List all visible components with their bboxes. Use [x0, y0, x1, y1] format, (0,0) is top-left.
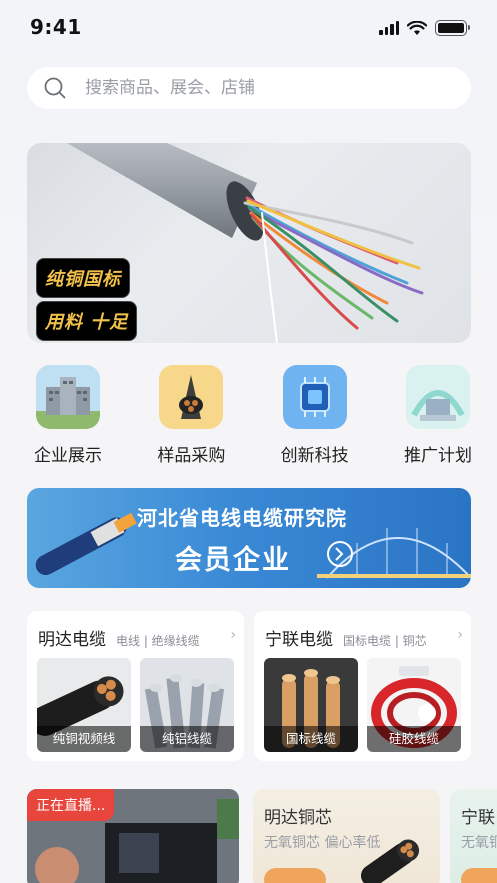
product-item[interactable]: 纯铝线缆: [140, 658, 234, 752]
hero-tag-secondary: 用料 十足: [36, 301, 138, 341]
search-bar[interactable]: [27, 67, 471, 109]
shop-tags: 国标电缆 | 铜芯: [343, 634, 427, 648]
promo-title: 宁联: [461, 808, 495, 828]
chevron-right-icon[interactable]: ›: [230, 627, 236, 643]
category-samples[interactable]: 样品采购: [141, 365, 241, 466]
shop-name: 宁联电缆: [265, 630, 333, 650]
chevron-right-icon[interactable]: ›: [457, 627, 463, 643]
promo-card[interactable]: 明达铜芯 无氧铜芯 偏心率低: [253, 789, 440, 883]
shop-name: 明达电缆: [38, 630, 106, 650]
shop-header: 宁联电缆 国标电缆 | 铜芯: [265, 625, 427, 650]
status-bar: 9:41: [0, 0, 497, 56]
cable-sample-icon: [159, 365, 224, 429]
shop-card[interactable]: 宁联电缆 国标电缆 | 铜芯 › 国标线缆 硅胶线缆: [254, 611, 471, 761]
battery-icon: [435, 20, 470, 36]
promo-title: 明达铜芯: [264, 808, 332, 828]
wifi-icon: [407, 20, 427, 35]
promo-card[interactable]: 宁联 无氧铜: [450, 789, 497, 883]
status-icons: [379, 20, 470, 36]
hero-banner[interactable]: 纯铜国标 用料 十足: [27, 143, 471, 343]
shop-tags: 电线 | 绝缘线缆: [116, 634, 200, 648]
promo-button[interactable]: [461, 868, 497, 883]
promo-subtitle: 无氧铜: [461, 835, 497, 851]
member-banner-title: 河北省电线电缆研究院: [137, 506, 347, 530]
category-label: 样品采购: [157, 446, 226, 466]
product-item[interactable]: 纯铜视频线: [37, 658, 131, 752]
ai-chip-icon: [282, 365, 347, 429]
search-icon: [44, 77, 66, 99]
category-label: 推广计划: [403, 446, 472, 466]
product-item[interactable]: 国标线缆: [264, 658, 358, 752]
live-badge: 正在直播...: [27, 789, 115, 821]
category-promotion[interactable]: 推广计划: [388, 365, 488, 466]
member-banner[interactable]: 河北省电线电缆研究院 会员企业: [27, 488, 471, 588]
product-label: 纯铜视频线: [37, 726, 131, 752]
category-company[interactable]: 企业展示: [18, 365, 118, 466]
category-tech[interactable]: 创新科技: [265, 365, 365, 466]
shop-card[interactable]: 明达电缆 电线 | 绝缘线缆 › 纯铜视频线 纯铝线缆: [27, 611, 244, 761]
product-item[interactable]: 硅胶线缆: [367, 658, 461, 752]
cable-image: [361, 839, 420, 883]
hero-tag-primary: 纯铜国标: [36, 258, 130, 298]
shop-header: 明达电缆 电线 | 绝缘线缆: [38, 625, 200, 650]
building-icon: [36, 365, 100, 429]
product-label: 国标线缆: [264, 726, 358, 752]
category-label: 创新科技: [280, 446, 349, 466]
product-label: 硅胶线缆: [367, 726, 461, 752]
status-time: 9:41: [30, 15, 82, 39]
promotion-icon: [405, 365, 470, 429]
category-grid: 企业展示 样品采购 创新科技 推广计划: [18, 365, 488, 466]
promo-button[interactable]: [264, 868, 326, 883]
category-label: 企业展示: [34, 446, 102, 466]
member-banner-subtitle: 会员企业: [175, 545, 291, 576]
search-input[interactable]: [85, 78, 445, 98]
live-stream-card[interactable]: 正在直播...: [27, 789, 239, 883]
product-label: 纯铝线缆: [140, 726, 234, 752]
signal-icon: [379, 21, 399, 35]
